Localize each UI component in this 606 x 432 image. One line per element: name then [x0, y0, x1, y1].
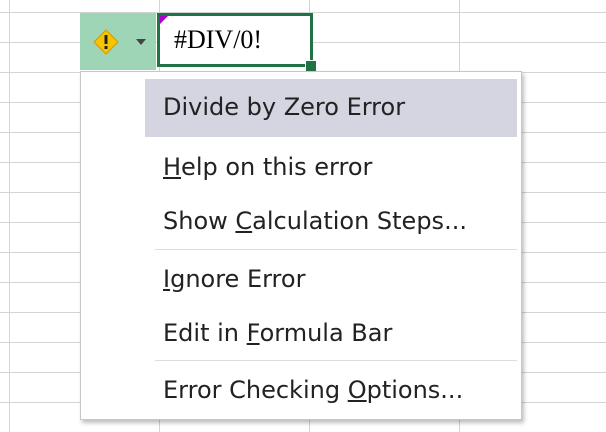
menu-item-label: Edit in Formula Bar: [163, 319, 393, 347]
active-cell[interactable]: #DIV/0!: [157, 13, 313, 67]
menu-item-edit-in-formula-bar[interactable]: Edit in Formula Bar: [145, 305, 517, 359]
menu-item-label: Ignore Error: [163, 265, 306, 293]
menu-separator: [155, 249, 517, 250]
menu-item-label: Error Checking Options...: [163, 376, 464, 404]
error-options-button[interactable]: [80, 13, 156, 70]
menu-item-help[interactable]: Help on this error: [145, 139, 517, 193]
chevron-down-icon[interactable]: [136, 39, 146, 45]
menu-item-error-checking-options[interactable]: Error Checking Options...: [145, 362, 517, 416]
cell-value: #DIV/0!: [174, 25, 263, 54]
menu-item-label: Help on this error: [163, 153, 373, 181]
comment-indicator-icon: [160, 16, 168, 24]
menu-item-show-calculation-steps[interactable]: Show Calculation Steps...: [145, 193, 517, 247]
menu-item-ignore-error[interactable]: Ignore Error: [145, 251, 517, 305]
error-context-menu: Divide by Zero Error Help on this error …: [80, 71, 522, 420]
menu-separator: [155, 360, 517, 361]
menu-header-label: Divide by Zero Error: [163, 93, 406, 121]
warning-icon: [93, 29, 119, 55]
menu-item-label: Show Calculation Steps...: [163, 207, 467, 235]
